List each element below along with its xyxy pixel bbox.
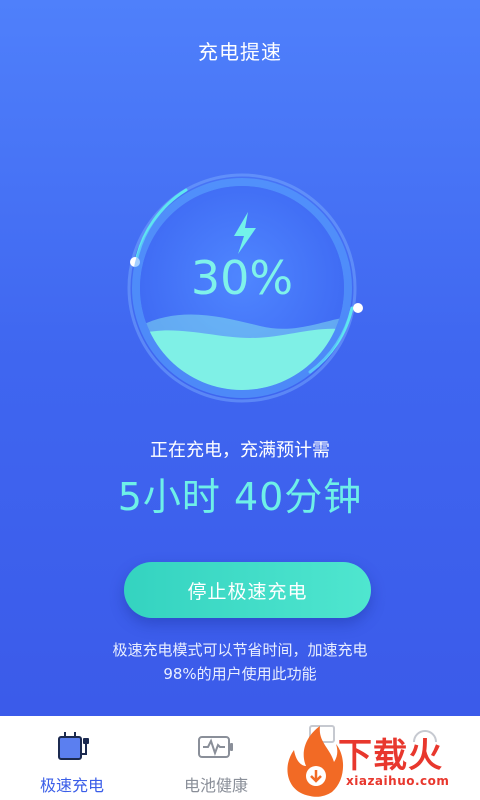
tab-battery-health[interactable]: 电池健康	[168, 716, 264, 800]
flame-icon	[287, 726, 344, 797]
watermark-title: 下载火	[338, 736, 443, 776]
tab-fast-charge[interactable]: 极速充电	[24, 716, 120, 800]
charging-status-label: 正在充电，充满预计需	[150, 440, 330, 461]
charge-gauge: 30%	[120, 166, 364, 410]
page-title: 充电提速	[198, 40, 282, 64]
remaining-time: 5小时 40分钟	[117, 475, 363, 519]
stop-fast-charge-button[interactable]: 停止极速充电	[124, 562, 371, 618]
battery-health-icon	[198, 736, 233, 758]
charge-percent: 30%	[191, 251, 293, 305]
hint-line-1: 极速充电模式可以节省时间，加速充电	[112, 641, 368, 659]
watermark-subtitle: xiazaihuo.com	[346, 774, 450, 788]
charge-gauge-graphic: 30%	[127, 173, 363, 403]
fast-charge-icon	[58, 732, 89, 760]
tab-fast-charge-label: 极速充电	[39, 776, 104, 795]
arc-end-dot	[353, 303, 363, 313]
feature-hint: 极速充电模式可以节省时间，加速充电 98%的用户使用此功能	[0, 638, 480, 686]
hint-line-2: 98%的用户使用此功能	[163, 665, 317, 683]
tab-battery-health-label: 电池健康	[183, 776, 248, 795]
